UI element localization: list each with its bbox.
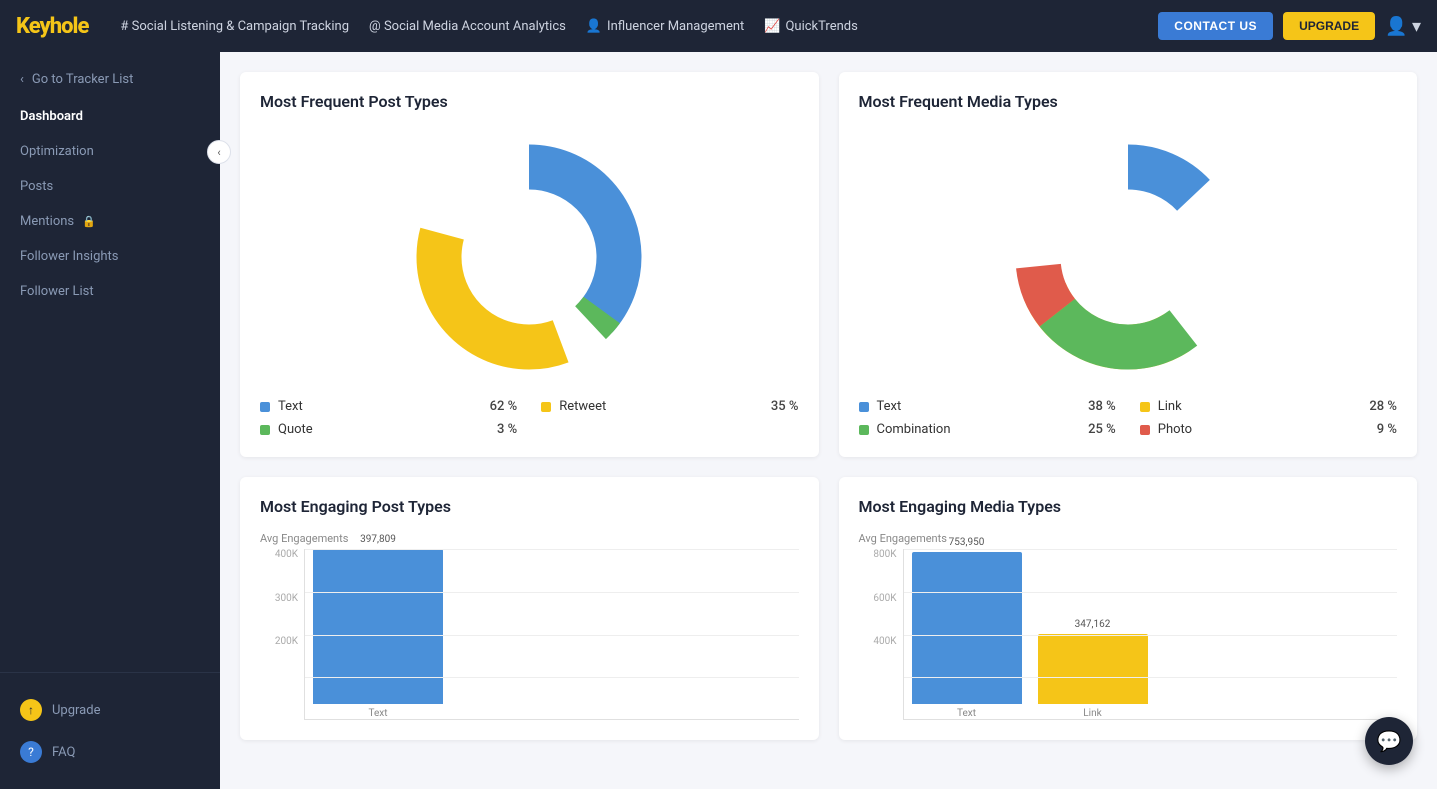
media-bar-x-label-text: Text bbox=[957, 708, 976, 719]
engaging-media-bar-chart: Avg Engagements 800K 600K 400K bbox=[859, 532, 1398, 720]
gridline-3 bbox=[305, 677, 799, 678]
bar-group-text: 397,809 Text bbox=[313, 534, 443, 719]
user-menu-icon[interactable]: 👤 ▾ bbox=[1385, 16, 1421, 37]
media-photo-swatch bbox=[1140, 425, 1150, 435]
legend-media-photo: Photo 9 % bbox=[1140, 422, 1397, 437]
media-types-donut-container: Text 38 % Link 28 % Combination 25 % bbox=[859, 127, 1398, 437]
sidebar-bottom: ↑ Upgrade ? FAQ bbox=[0, 672, 220, 789]
sidebar-upgrade[interactable]: ↑ Upgrade bbox=[0, 689, 220, 731]
post-types-donut-container: Text 62 % Retweet 35 % Quote 3 % bbox=[260, 127, 799, 437]
post-types-legend: Text 62 % Retweet 35 % Quote 3 % bbox=[260, 399, 799, 437]
nav-right: CONTACT US UPGRADE 👤 ▾ bbox=[1158, 12, 1421, 40]
engaging-media-types-card: Most Engaging Media Types Avg Engagement… bbox=[839, 477, 1418, 740]
media-combo-swatch bbox=[859, 425, 869, 435]
legend-media-text: Text 38 % bbox=[859, 399, 1116, 414]
sidebar-nav: Dashboard Optimization Posts Mentions 🔒 … bbox=[0, 99, 220, 672]
main-layout: ‹ Go to Tracker List Dashboard Optimizat… bbox=[0, 52, 1437, 789]
media-gridline-3 bbox=[904, 677, 1398, 678]
media-gridline-2 bbox=[904, 635, 1398, 636]
post-types-donut-svg bbox=[399, 127, 659, 387]
sidebar-item-follower-insights[interactable]: Follower Insights bbox=[0, 239, 220, 274]
engaging-post-bar-chart: Avg Engagements 400K 300K 200K bbox=[260, 532, 799, 720]
media-y-axis-labels: 800K 600K 400K bbox=[859, 549, 903, 700]
media-gridline-1 bbox=[904, 592, 1398, 593]
post-types-title: Most Frequent Post Types bbox=[260, 92, 799, 111]
sidebar-back[interactable]: ‹ Go to Tracker List bbox=[0, 60, 220, 99]
main-content: Most Frequent Post Types bbox=[220, 52, 1437, 789]
gridline-1 bbox=[305, 592, 799, 593]
nav-links: # Social Listening & Campaign Tracking @… bbox=[120, 19, 1158, 34]
media-x-axis bbox=[904, 719, 1398, 720]
lock-icon: 🔒 bbox=[82, 215, 96, 228]
contact-button[interactable]: CONTACT US bbox=[1158, 12, 1273, 40]
legend-media-link: Link 28 % bbox=[1140, 399, 1397, 414]
sidebar-item-dashboard[interactable]: Dashboard bbox=[0, 99, 220, 134]
topnav: Keyhole # Social Listening & Campaign Tr… bbox=[0, 0, 1437, 52]
sidebar-faq[interactable]: ? FAQ bbox=[0, 731, 220, 773]
media-bar-rect-text bbox=[912, 552, 1022, 704]
retweet-color-swatch bbox=[541, 402, 551, 412]
sidebar-collapse-button[interactable]: ‹ bbox=[207, 140, 231, 164]
charts-grid: Most Frequent Post Types bbox=[240, 72, 1417, 740]
legend-quote: Quote 3 % bbox=[260, 422, 517, 437]
bar-value-text: 397,809 bbox=[360, 534, 396, 545]
x-axis bbox=[305, 719, 799, 720]
chat-icon: 💬 bbox=[1377, 729, 1402, 753]
post-types-card: Most Frequent Post Types bbox=[240, 72, 819, 457]
media-bar-rect-link bbox=[1038, 634, 1148, 704]
logo[interactable]: Keyhole bbox=[16, 14, 88, 39]
sidebar-item-posts[interactable]: Posts bbox=[0, 169, 220, 204]
media-bar-value-text: 753,950 bbox=[949, 537, 985, 548]
gridline-2 bbox=[305, 635, 799, 636]
media-gridline-top bbox=[904, 549, 1398, 550]
quote-color-swatch bbox=[260, 425, 270, 435]
nav-quicktrends[interactable]: 📈 QuickTrends bbox=[764, 19, 858, 34]
media-text-swatch bbox=[859, 402, 869, 412]
legend-media-combination: Combination 25 % bbox=[859, 422, 1116, 437]
sidebar-item-mentions[interactable]: Mentions 🔒 bbox=[0, 204, 220, 239]
media-bar-group-text: 753,950 Text bbox=[912, 537, 1022, 719]
gridline-top bbox=[305, 549, 799, 550]
faq-icon: ? bbox=[20, 741, 42, 763]
engaging-media-title: Most Engaging Media Types bbox=[859, 497, 1398, 516]
engaging-post-title: Most Engaging Post Types bbox=[260, 497, 799, 516]
media-types-title: Most Frequent Media Types bbox=[859, 92, 1398, 111]
nav-influencer[interactable]: 👤 Influencer Management bbox=[586, 19, 744, 34]
media-bar-area: 753,950 Text 347,162 Link bbox=[903, 549, 1398, 720]
media-types-donut-svg bbox=[998, 127, 1258, 387]
bar-rect-text bbox=[313, 549, 443, 704]
legend-text: Text 62 % bbox=[260, 399, 517, 414]
bar-area: 397,809 Text bbox=[304, 549, 799, 720]
y-axis-labels: 400K 300K 200K bbox=[260, 549, 304, 700]
legend-retweet: Retweet 35 % bbox=[541, 399, 798, 414]
sidebar-item-follower-list[interactable]: Follower List bbox=[0, 274, 220, 309]
upgrade-icon: ↑ bbox=[20, 699, 42, 721]
text-color-swatch bbox=[260, 402, 270, 412]
back-chevron-icon: ‹ bbox=[20, 72, 24, 87]
media-bar-value-link: 347,162 bbox=[1075, 619, 1111, 630]
nav-social-listening[interactable]: # Social Listening & Campaign Tracking bbox=[120, 19, 349, 34]
media-types-legend: Text 38 % Link 28 % Combination 25 % bbox=[859, 399, 1398, 437]
sidebar-item-optimization[interactable]: Optimization bbox=[0, 134, 220, 169]
engaging-post-types-card: Most Engaging Post Types Avg Engagements… bbox=[240, 477, 819, 740]
media-types-card: Most Frequent Media Types bbox=[839, 72, 1418, 457]
media-bar-x-label-link: Link bbox=[1083, 708, 1101, 719]
media-link-swatch bbox=[1140, 402, 1150, 412]
bar-x-label-text: Text bbox=[368, 708, 387, 719]
upgrade-button[interactable]: UPGRADE bbox=[1283, 12, 1375, 40]
nav-social-media[interactable]: @ Social Media Account Analytics bbox=[369, 19, 566, 34]
chat-bubble[interactable]: 💬 bbox=[1365, 717, 1413, 765]
sidebar: ‹ Go to Tracker List Dashboard Optimizat… bbox=[0, 52, 220, 789]
